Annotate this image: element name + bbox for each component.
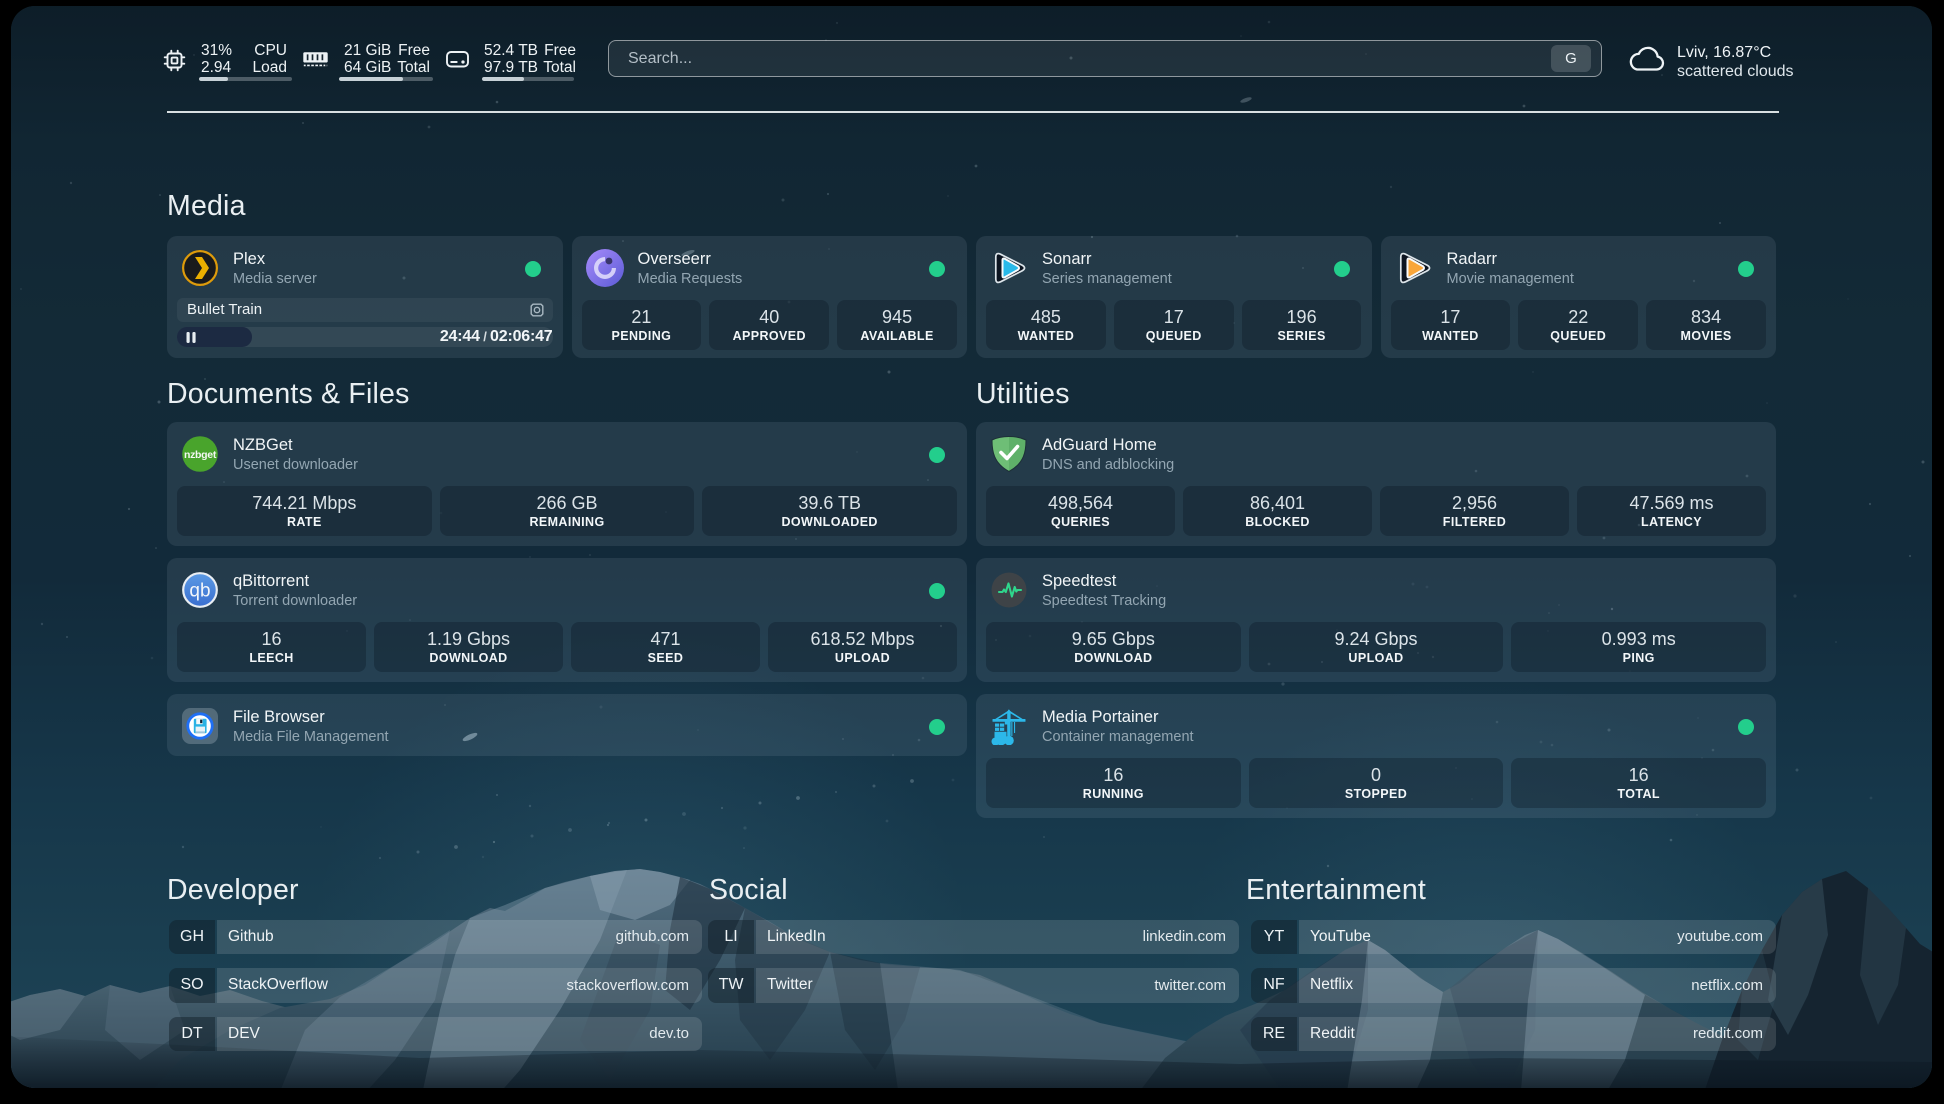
svg-text:qb: qb bbox=[189, 581, 210, 602]
svg-text:nzbget: nzbget bbox=[184, 449, 217, 461]
